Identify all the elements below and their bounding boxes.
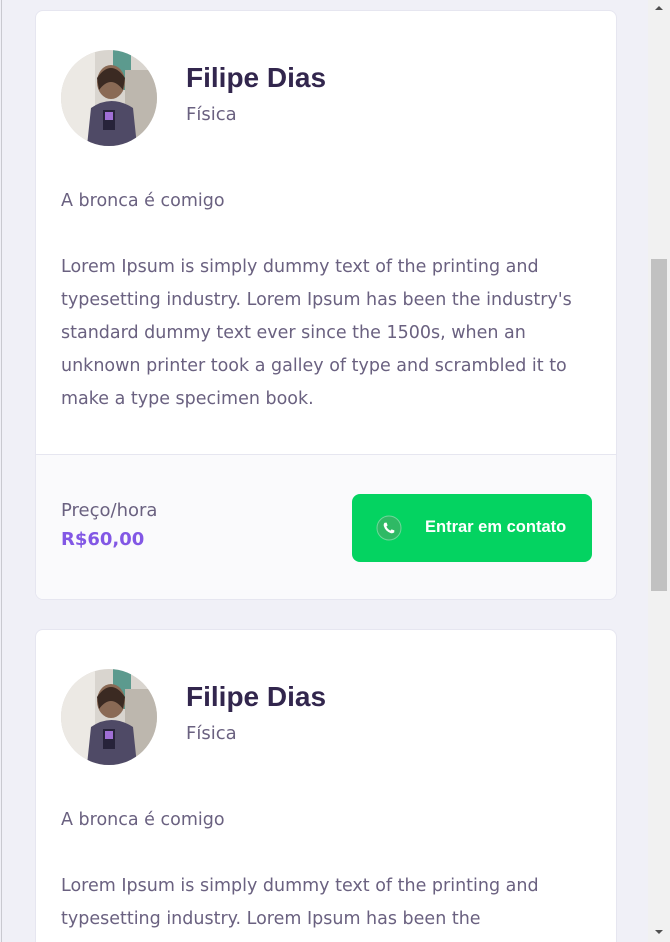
bio-text: Lorem Ipsum is simply dummy text of the … [61,257,572,409]
price-value: R$60,00 [61,529,145,550]
bio-text: Lorem Ipsum is simply dummy text of the … [61,876,539,929]
teacher-name: Filipe Dias [186,681,327,712]
teacher-bio: A bronca é comigo Lorem Ipsum is simply … [61,804,596,942]
card-footer: Preço/hora R$60,00 Entrar em contato [36,454,616,599]
vertical-scrollbar[interactable] [648,0,670,942]
teacher-subject: Física [186,723,237,744]
bio-intro: A bronca é comigo [61,191,225,211]
scrollbar-thumb[interactable] [651,259,667,591]
teacher-subject: Física [186,104,237,125]
teacher-card: Filipe Dias Física A bronca é comigo Lor… [35,10,617,600]
teacher-list: Filipe Dias Física A bronca é comigo Lor… [1,0,653,942]
teacher-bio: A bronca é comigo Lorem Ipsum is simply … [61,185,596,449]
whatsapp-icon [376,515,402,541]
teacher-name: Filipe Dias [186,62,327,93]
bio-intro: A bronca é comigo [61,810,225,830]
contact-button-label: Entrar em contato [425,518,567,536]
avatar [61,669,157,765]
teacher-card: Filipe Dias Física A bronca é comigo Lor… [35,629,617,942]
price-label: Preço/hora [61,500,158,521]
contact-button[interactable]: Entrar em contato [352,494,592,562]
arrow-up-icon[interactable] [648,0,670,16]
arrow-down-icon[interactable] [648,924,670,940]
avatar [61,50,157,146]
